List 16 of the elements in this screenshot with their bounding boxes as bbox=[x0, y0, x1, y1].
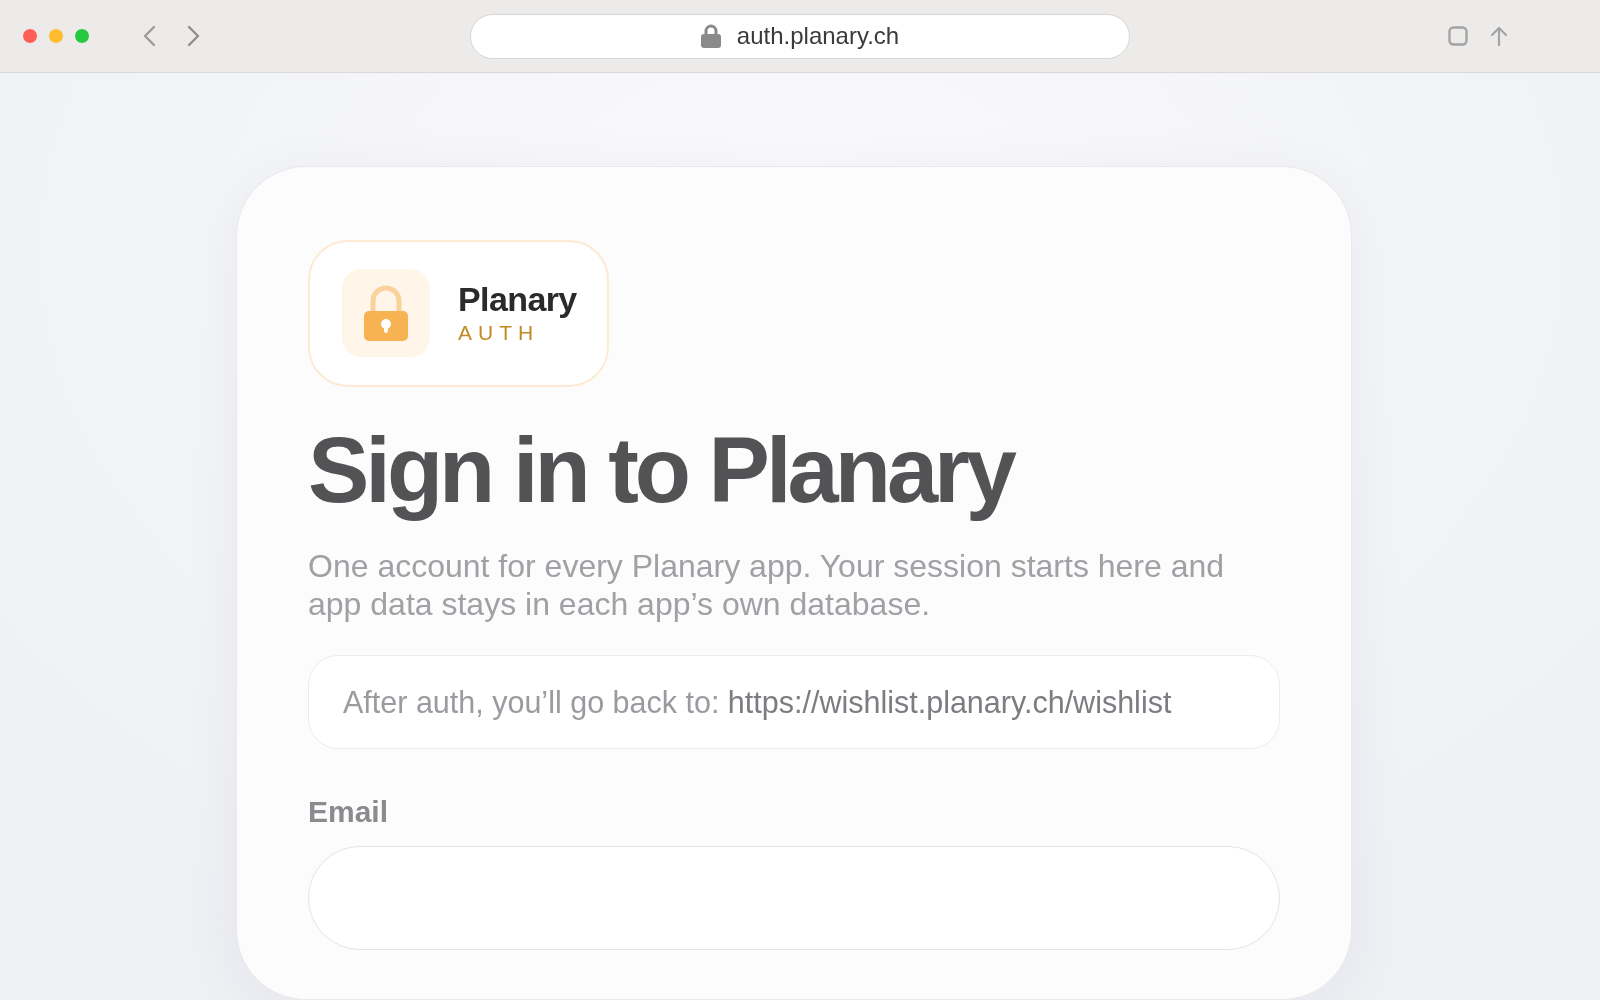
window-close-icon[interactable] bbox=[23, 29, 37, 43]
padlock-icon bbox=[342, 269, 430, 357]
brand-subtitle: AUTH bbox=[458, 320, 541, 346]
field-label: Email bbox=[308, 794, 390, 830]
up-arrow-icon[interactable] bbox=[1490, 26, 1508, 46]
window-minimize-icon[interactable] bbox=[49, 29, 63, 43]
page-heading: Sign in to Planary bbox=[308, 420, 1016, 521]
window-zoom-icon[interactable] bbox=[75, 29, 89, 43]
rounded-square-icon[interactable] bbox=[1448, 26, 1468, 46]
address-bar[interactable]: auth.planary.ch bbox=[470, 13, 1130, 59]
brand-name: Planary bbox=[458, 280, 577, 318]
redirect-notice-text: After auth, you’ll go back to: https://wishlist.planary.ch/wishlist bbox=[343, 684, 1172, 720]
lock-icon bbox=[700, 24, 721, 48]
back-chevron-icon[interactable] bbox=[142, 25, 156, 47]
forward-chevron-icon[interactable] bbox=[187, 25, 201, 47]
intro-text: One account for every Planary app. Your session starts here and app data stays in each app’s own database. bbox=[308, 547, 1226, 623]
